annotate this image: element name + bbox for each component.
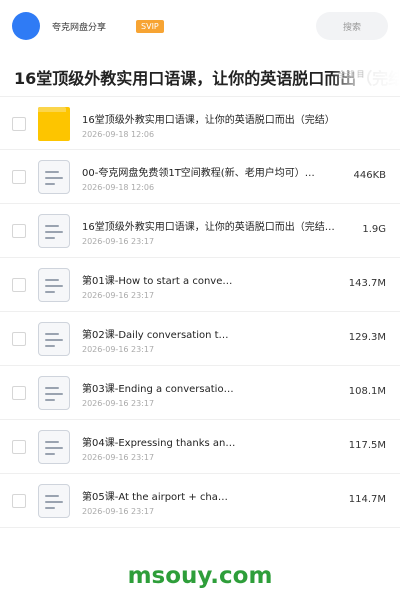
document-icon <box>38 484 70 518</box>
file-row[interactable]: 16堂顶级外教实用口语课，让你的英语脱口而出（完结） 2026-09-18 12:… <box>0 96 400 150</box>
file-row[interactable]: 第03课-Ending a conversatio… 2026-09-16 23:… <box>0 366 400 420</box>
file-size: 117.5M <box>348 440 386 451</box>
file-name: 16堂顶级外教实用口语课，让你的英语脱口而出（完结） <box>82 115 335 126</box>
document-icon <box>38 322 70 356</box>
file-date: 2026-09-16 23:17 <box>82 399 155 408</box>
file-name: 第05课-At the airport + cha… <box>82 492 228 503</box>
tabs-hint[interactable]: 全部 目 <box>338 69 365 80</box>
search-input[interactable]: 搜索 <box>316 12 388 40</box>
file-date: 2026-09-16 23:17 <box>82 345 155 354</box>
file-size: 129.3M <box>348 332 386 343</box>
file-name: 第01课-How to start a conve… <box>82 276 233 287</box>
file-row[interactable]: 第02课-Daily conversation t… 2026-09-16 23:… <box>0 312 400 366</box>
app-name: 夸克网盘分享 <box>52 22 107 33</box>
file-row[interactable]: 第04课-Expressing thanks an… 2026-09-16 23:… <box>0 420 400 474</box>
file-date: 2026-09-16 23:17 <box>82 507 155 516</box>
file-name: 第02课-Daily conversation t… <box>82 330 229 341</box>
file-size: 143.7M <box>348 278 386 289</box>
file-list: 16堂顶级外教实用口语课，让你的英语脱口而出（完结） 2026-09-18 12:… <box>0 96 400 528</box>
row-checkbox[interactable] <box>12 117 26 131</box>
row-checkbox[interactable] <box>12 332 26 346</box>
file-date: 2026-09-16 23:17 <box>82 453 155 462</box>
file-name: 第03课-Ending a conversatio… <box>82 384 234 395</box>
file-size: 108.1M <box>348 386 386 397</box>
header: 夸克网盘分享 SVIP 搜索 <box>0 0 400 52</box>
row-checkbox[interactable] <box>12 278 26 292</box>
title-bar: 16堂顶级外教实用口语课，让你的英语脱口而出（完结）、 全部 目 <box>0 52 400 96</box>
file-row[interactable]: 16堂顶级外教实用口语课，让你的英语脱口而出（完结… 2026-09-16 23:… <box>0 204 400 258</box>
avatar[interactable] <box>12 12 40 40</box>
row-checkbox[interactable] <box>12 224 26 238</box>
watermark-brand: msouy.com <box>127 563 273 589</box>
file-date: 2026-09-16 23:17 <box>82 291 155 300</box>
document-icon <box>38 376 70 410</box>
row-checkbox[interactable] <box>12 440 26 454</box>
file-name: 00-夸克网盘免费领1T空间教程(新、老用户均可）… <box>82 168 315 179</box>
row-checkbox[interactable] <box>12 170 26 184</box>
file-name: 16堂顶级外教实用口语课，让你的英语脱口而出（完结… <box>82 222 335 233</box>
document-icon <box>38 430 70 464</box>
file-date: 2026-09-18 12:06 <box>82 130 155 139</box>
svip-badge: SVIP <box>136 19 164 33</box>
file-name: 第04课-Expressing thanks an… <box>82 438 236 449</box>
file-date: 2026-09-16 23:17 <box>82 237 155 246</box>
file-size: 114.7M <box>348 494 386 505</box>
document-icon <box>38 214 70 248</box>
file-date: 2026-09-18 12:06 <box>82 183 155 192</box>
file-row[interactable]: 第01课-How to start a conve… 2026-09-16 23:… <box>0 258 400 312</box>
document-icon <box>38 268 70 302</box>
file-size: 446KB <box>353 170 386 181</box>
file-row[interactable]: 00-夸克网盘免费领1T空间教程(新、老用户均可）… 2026-09-18 12:… <box>0 150 400 204</box>
file-size: 1.9G <box>362 224 386 235</box>
file-row[interactable]: 第05课-At the airport + cha… 2026-09-16 23:… <box>0 474 400 528</box>
document-icon <box>38 160 70 194</box>
row-checkbox[interactable] <box>12 386 26 400</box>
row-checkbox[interactable] <box>12 494 26 508</box>
folder-icon <box>38 107 70 141</box>
